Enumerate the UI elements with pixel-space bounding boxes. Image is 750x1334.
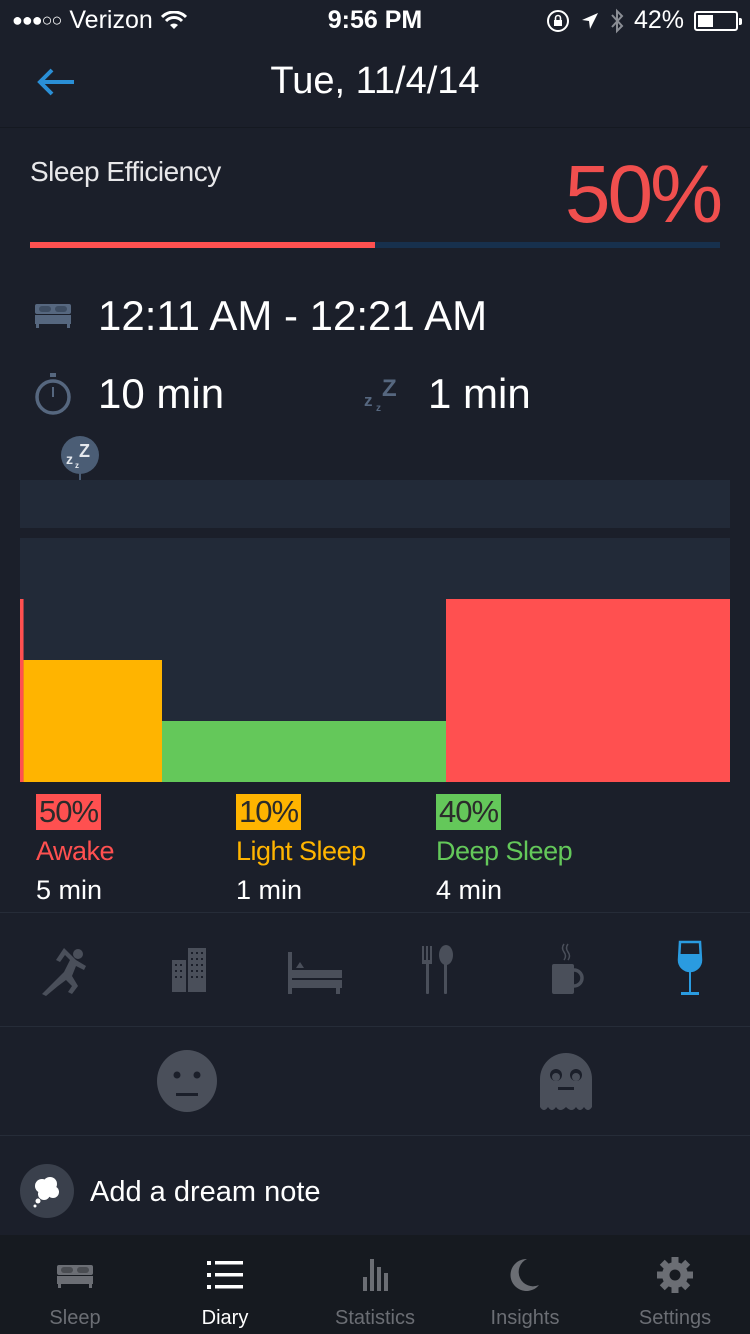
svg-text:Z: Z (382, 375, 397, 402)
legend-item-deep-sleep: 40% Deep Sleep 4 min (436, 794, 573, 906)
svg-text:z: z (364, 391, 373, 410)
sleep-phase-chart (20, 538, 730, 782)
legend-item-awake: 50% Awake 5 min (36, 794, 115, 906)
buildings-icon (172, 948, 206, 992)
svg-text:Z: Z (79, 441, 90, 461)
tab-insights[interactable]: Insights (450, 1235, 600, 1334)
status-right: 42% (546, 6, 742, 35)
tab-label: Settings (638, 1307, 712, 1329)
tab-label: Statistics (334, 1307, 416, 1329)
tag-bed[interactable] (286, 940, 346, 1000)
battery-icon (694, 10, 742, 31)
legend-item-light-sleep: 10% Light Sleep 1 min (236, 794, 366, 906)
tab-label: Insights (490, 1307, 560, 1329)
battery-percent: 42% (633, 6, 684, 34)
wine-glass-icon (677, 940, 703, 995)
tag-exercise[interactable] (36, 940, 96, 1000)
page-title: Tue, 11/4/14 (270, 60, 480, 102)
runner-icon (42, 948, 86, 996)
orientation-lock-icon (546, 9, 569, 32)
tab-label: Sleep (49, 1307, 101, 1329)
tab-settings[interactable]: Settings (600, 1235, 750, 1334)
mood-neutral[interactable] (155, 1049, 219, 1113)
svg-text:z: z (376, 403, 381, 414)
svg-text:z: z (66, 451, 73, 467)
phase-segment-awake (446, 599, 730, 782)
sleep-phase-chart-svg (20, 599, 730, 782)
legend-label: Deep Sleep (436, 836, 573, 866)
list-icon (207, 1261, 243, 1289)
neutral-face-icon (157, 1050, 217, 1112)
phase-segment-light-sleep (23, 660, 162, 782)
divider (0, 912, 750, 913)
sleep-time-range: 12:11 AM - 12:21 AM (98, 292, 488, 339)
nav-header: Tue, 11/4/14 (0, 40, 750, 128)
chart-event-band (20, 480, 730, 528)
tab-statistics[interactable]: Statistics (300, 1235, 450, 1334)
legend-percent: 10% (236, 794, 302, 830)
time-to-sleep: 1 min (428, 370, 531, 417)
tab-label: Diary (201, 1307, 249, 1329)
bed-icon (34, 302, 72, 333)
tag-alcohol[interactable] (664, 940, 724, 1000)
sleep-tags (0, 914, 750, 1026)
tab-bar: Sleep Diary Statistics Insights Settings (0, 1235, 750, 1334)
bluetooth-icon (611, 8, 624, 33)
sleep-duration: 10 min (98, 370, 225, 417)
phase-segment-awake (20, 599, 24, 782)
phase-legend: 50% Awake 5 min 10% Light Sleep 1 min 40… (0, 794, 750, 906)
gear-icon (657, 1257, 693, 1293)
sleep-efficiency-bar-fill (30, 242, 375, 248)
sleep-start-marker[interactable]: z z Z (61, 436, 99, 474)
legend-duration: 5 min (36, 875, 103, 905)
sleep-efficiency-bar (30, 242, 720, 248)
ghost-icon (540, 1053, 592, 1110)
sleep-efficiency-value: 50% (564, 149, 723, 240)
sleep-efficiency-label: Sleep Efficiency (30, 156, 221, 187)
mood-nightmare[interactable] (534, 1049, 598, 1113)
bed-icon (57, 1265, 93, 1288)
moon-icon (510, 1258, 539, 1291)
svg-text:z: z (75, 461, 79, 470)
tag-food[interactable] (414, 940, 474, 1000)
battery-level (698, 14, 714, 27)
legend-duration: 1 min (236, 875, 303, 905)
bed-icon (288, 952, 342, 994)
legend-percent: 40% (436, 794, 502, 830)
tab-sleep[interactable]: Sleep (0, 1235, 150, 1334)
add-dream-note-button[interactable]: Add a dream note (0, 1136, 750, 1234)
legend-duration: 4 min (436, 875, 503, 905)
coffee-cup-icon (552, 943, 584, 994)
legend-percent: 50% (36, 794, 102, 830)
sleep-start-marker-stem (79, 472, 81, 480)
status-bar: ●●●○○ Verizon 9:56 PM 42% (0, 0, 750, 40)
mood-selector (0, 1027, 750, 1135)
legend-label: Awake (36, 836, 115, 866)
tab-diary[interactable]: Diary (150, 1235, 300, 1334)
phase-segment-deep-sleep (162, 721, 446, 782)
snooze-icon: z z Z (362, 374, 404, 419)
fork-spoon-icon (422, 945, 453, 994)
tag-coffee[interactable] (540, 940, 600, 1000)
bar-chart-icon (363, 1259, 388, 1291)
legend-label: Light Sleep (236, 836, 366, 866)
location-arrow-icon (581, 12, 598, 29)
stopwatch-icon (34, 372, 72, 421)
tag-work[interactable] (158, 940, 218, 1000)
add-dream-note-label: Add a dream note (90, 1176, 321, 1208)
thought-bubble-icon (20, 1164, 74, 1218)
snooze-icon: z z Z (66, 441, 90, 470)
